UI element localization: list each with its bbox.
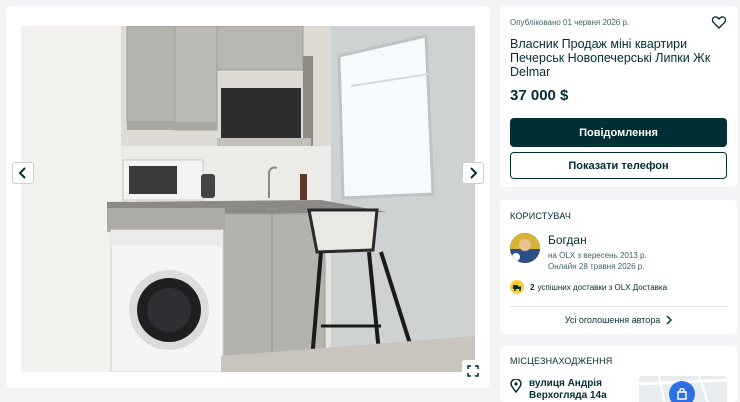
street-line-1: вулиця Андрія (529, 378, 602, 389)
chevron-right-icon (470, 167, 478, 179)
ad-title: Власник Продаж міні квартири Печерськ Но… (510, 37, 711, 79)
seller-section-label: Користувач (510, 211, 572, 221)
listing-photo[interactable] (21, 26, 475, 372)
location-pin-icon (510, 379, 522, 393)
previous-photo-button[interactable] (12, 162, 34, 184)
map-marker-icon (669, 381, 695, 402)
avatar-image-icon (510, 233, 540, 263)
posted-date: Опубліковано 01 червня 2026 р. (510, 18, 630, 27)
delivery-truck-icon (510, 280, 524, 294)
photo-gallery (6, 6, 490, 388)
location-card: Місцезнаходження вулиця Андрія Верхогляд… (500, 346, 737, 402)
chevron-right-icon (666, 315, 673, 325)
expand-icon (467, 365, 479, 377)
delivery-text: успішних доставки з OLX Доставка (537, 282, 668, 292)
map-preview[interactable] (639, 376, 727, 402)
fullscreen-button[interactable] (462, 360, 484, 382)
message-button[interactable]: Повідомлення (510, 118, 727, 147)
all-seller-ads-label: Усі оголошення автора (564, 315, 661, 325)
show-phone-button[interactable]: Показати телефон (510, 152, 727, 179)
avatar[interactable] (510, 233, 540, 263)
seller-name[interactable]: Богдан (548, 233, 647, 247)
seller-last-online: Онлайн 28 травня 2026 р. (548, 262, 645, 271)
ad-details-card: Опубліковано 01 червня 2026 р. Власник П… (500, 6, 737, 187)
seller-card: Користувач Богдан на OLX з вересень 2013… (500, 200, 737, 334)
ad-price: 37 000 $ (510, 87, 569, 104)
all-seller-ads-link[interactable]: Усі оголошення автора (510, 315, 727, 325)
chevron-left-icon (18, 167, 26, 179)
kitchen-photo-illustration (21, 26, 475, 372)
location-section-label: Місцезнаходження (510, 356, 613, 366)
delivery-count: 2 (530, 282, 535, 292)
delivery-stats: 2 успішних доставки з OLX Доставка (510, 280, 727, 294)
heart-outline-icon[interactable] (711, 14, 727, 30)
seller-since: на OLX з вересень 2013 р. (548, 251, 647, 260)
street-line-2: Верхогляда 14а (529, 390, 607, 401)
seller-profile[interactable]: Богдан на OLX з вересень 2013 р. Онлайн … (510, 233, 727, 272)
next-photo-button[interactable] (462, 162, 484, 184)
divider (510, 306, 727, 307)
